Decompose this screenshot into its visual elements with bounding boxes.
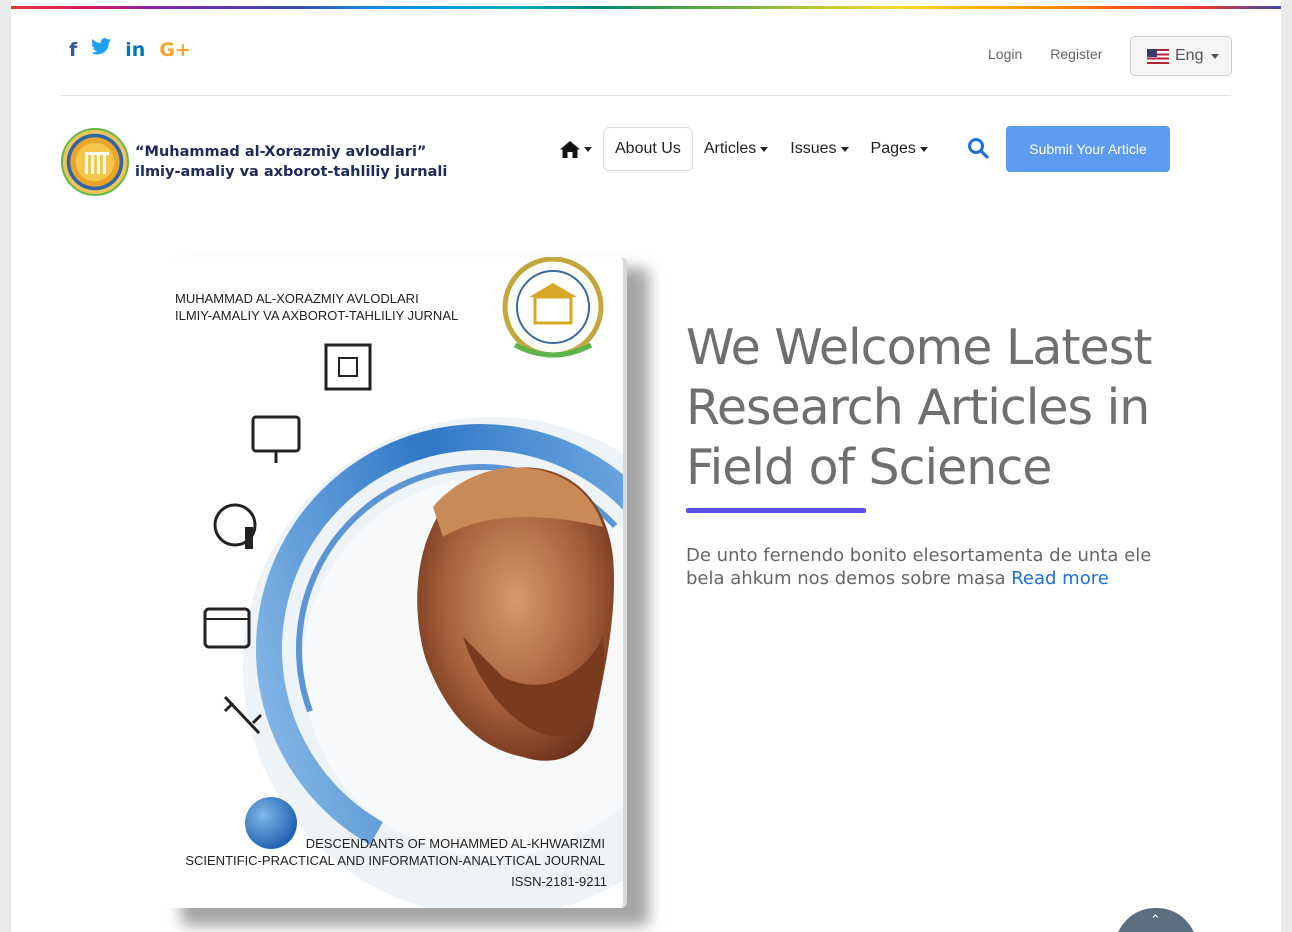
scroll-to-top-button[interactable]: ⌃ bbox=[1115, 908, 1197, 932]
twitter-icon[interactable] bbox=[91, 38, 112, 61]
social-links: f in G+ bbox=[69, 38, 191, 61]
facebook-icon[interactable]: f bbox=[69, 39, 77, 61]
chevron-down-icon bbox=[840, 146, 849, 152]
cover-artwork bbox=[203, 257, 623, 908]
nav-pages-label: Pages bbox=[870, 140, 916, 157]
hero-title: We Welcome Latest Research Articles in F… bbox=[686, 319, 1152, 496]
nav-about-us-label: About Us bbox=[615, 140, 681, 157]
language-label: Eng bbox=[1175, 47, 1204, 64]
nav-home[interactable] bbox=[549, 127, 603, 171]
chevron-down-icon bbox=[760, 146, 769, 152]
site-logo[interactable]: “Muhammad al-Xorazmiy avlodlari” ilmiy-a… bbox=[61, 128, 447, 196]
logo-line-1: “Muhammad al-Xorazmiy avlodlari” bbox=[135, 144, 427, 160]
main-nav: About Us Articles Issues Pages bbox=[549, 127, 939, 171]
cover-title: MUHAMMAD AL-XORAZMIY AVLODLARI ILMIY-AMA… bbox=[175, 290, 458, 324]
account-links: Login Register bbox=[988, 46, 1102, 62]
logo-text: “Muhammad al-Xorazmiy avlodlari” ilmiy-a… bbox=[135, 142, 447, 182]
nav-pages[interactable]: Pages bbox=[860, 127, 939, 171]
cover-issn: ISSN-2181-9211 bbox=[511, 874, 607, 889]
chevron-down-icon bbox=[584, 146, 592, 152]
logo-line-2: ilmiy-amaliy va axborot-tahliliy jurnali bbox=[135, 164, 448, 180]
submit-article-button[interactable]: Submit Your Article bbox=[1006, 126, 1170, 172]
journal-cover-image: MUHAMMAD AL-XORAZMIY AVLODLARI ILMIY-AMA… bbox=[163, 257, 627, 908]
cover-subtitle-line-2: SCIENTIFIC-PRACTICAL AND INFORMATION-ANA… bbox=[185, 853, 605, 868]
rainbow-stripe bbox=[11, 6, 1281, 9]
logo-seal-icon bbox=[61, 128, 129, 196]
googleplus-icon[interactable]: G+ bbox=[159, 39, 191, 61]
nav-articles[interactable]: Articles bbox=[693, 127, 779, 171]
nav-issues[interactable]: Issues bbox=[779, 127, 859, 171]
register-link[interactable]: Register bbox=[1050, 46, 1102, 62]
language-dropdown[interactable]: Eng bbox=[1130, 36, 1232, 76]
home-icon bbox=[560, 140, 580, 158]
nav-about-us[interactable]: About Us bbox=[603, 127, 693, 171]
hero-underline bbox=[686, 508, 866, 513]
us-flag-icon bbox=[1147, 48, 1169, 64]
divider bbox=[61, 95, 1231, 96]
linkedin-icon[interactable]: in bbox=[125, 39, 145, 61]
nav-issues-label: Issues bbox=[790, 140, 837, 157]
hero-description: De unto fernendo bonito elesortamenta de… bbox=[686, 544, 1186, 590]
page: f in G+ Login Register Eng “Muhammad al-… bbox=[11, 0, 1281, 932]
read-more-link[interactable]: Read more bbox=[1011, 568, 1109, 589]
cover-title-line-1: MUHAMMAD AL-XORAZMIY AVLODLARI bbox=[175, 291, 419, 306]
chevron-up-icon: ⌃ bbox=[1150, 913, 1161, 928]
login-link[interactable]: Login bbox=[988, 46, 1022, 62]
search-icon[interactable] bbox=[967, 137, 989, 159]
chevron-down-icon bbox=[919, 146, 928, 152]
chevron-down-icon bbox=[1211, 53, 1220, 59]
cover-subtitle: DESCENDANTS OF MOHAMMED AL-KHWARIZMI SCI… bbox=[183, 835, 605, 869]
cover-subtitle-line-1: DESCENDANTS OF MOHAMMED AL-KHWARIZMI bbox=[305, 836, 605, 851]
nav-articles-label: Articles bbox=[703, 140, 757, 157]
cover-title-line-2: ILMIY-AMALIY VA AXBOROT-TAHLILIY JURNAL bbox=[175, 308, 459, 323]
